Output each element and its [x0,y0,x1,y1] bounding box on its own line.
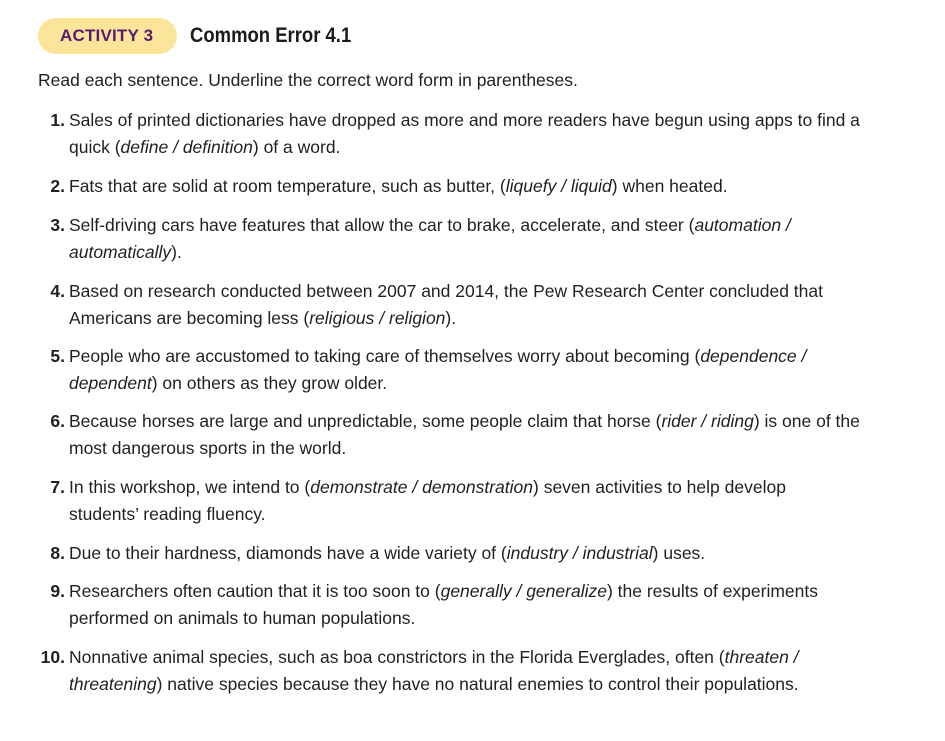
sentence-line: Self-driving cars have features that all… [69,212,919,239]
sentence-line: Americans are becoming less (religious /… [69,305,919,332]
sentence-text: Sales of printed dictionaries have dropp… [69,110,860,130]
item-number: 4. [50,281,65,301]
word-choice[interactable]: demonstrate / demonstration [310,477,533,497]
word-choice[interactable]: liquefy / liquid [506,176,612,196]
item-sentence: Self-driving cars have features that all… [69,212,919,266]
sentence-text: most dangerous sports in the world. [69,438,347,458]
sentence-line: People who are accustomed to taking care… [69,343,919,370]
sentence-text: ) native species because they have no na… [156,674,799,694]
sentence-text: ) of a word. [252,137,341,157]
sentence-text: quick ( [69,137,121,157]
item-sentence: Fats that are solid at room temperature,… [69,173,919,200]
item-sentence: People who are accustomed to taking care… [69,343,919,397]
item-sentence: Due to their hardness, diamonds have a w… [69,540,919,567]
item-sentence: Sales of printed dictionaries have dropp… [69,107,919,161]
sentence-text: Self-driving cars have features that all… [69,215,695,235]
sentence-text: ). [445,308,457,328]
item-sentence: Nonnative animal species, such as boa co… [69,644,919,698]
word-choice[interactable]: automation / [694,215,790,235]
sentence-line: Nonnative animal species, such as boa co… [69,644,919,671]
item-number: 6. [50,411,65,431]
word-choice[interactable]: automatically [69,242,171,262]
sentence-text: Nonnative animal species, such as boa co… [69,647,725,667]
sentence-text: ) seven activities to help develop [533,477,786,497]
item-number: 1. [50,110,65,130]
sentence-line: students’ reading fluency. [69,501,919,528]
word-choice[interactable]: dependence / [700,346,806,366]
word-choice[interactable]: industry / industrial [507,543,653,563]
sentence-text: ). [171,242,182,262]
sentence-line: automatically). [69,239,919,266]
activity-header: ACTIVITY 3 Common Error 4.1 [38,18,374,54]
sentence-line: dependent) on others as they grow older. [69,370,919,397]
sentence-line: In this workshop, we intend to (demonstr… [69,474,919,501]
sentence-text: performed on animals to human population… [69,608,416,628]
sentence-line: Researchers often caution that it is too… [69,578,919,605]
item-number: 10. [40,647,65,667]
item-sentence: Because horses are large and unpredictab… [69,408,919,462]
sentence-line: Based on research conducted between 2007… [69,278,919,305]
sentence-line: threatening) native species because they… [69,671,919,698]
sentence-text: ) on others as they grow older. [151,373,388,393]
sentence-text: ) is one of the [753,411,860,431]
item-number: 5. [50,346,65,366]
sentence-text: ) when heated. [611,176,728,196]
sentence-text: ) uses. [652,543,706,563]
sentence-line: most dangerous sports in the world. [69,435,919,462]
sentence-text: In this workshop, we intend to ( [69,477,311,497]
sentence-line: Sales of printed dictionaries have dropp… [69,107,919,134]
sentence-line: quick (define / definition) of a word. [69,134,919,161]
sentence-text: students’ reading fluency. [69,504,266,524]
item-number: 7. [50,477,65,497]
sentence-text: People who are accustomed to taking care… [69,346,701,366]
activity-badge: ACTIVITY 3 [38,18,178,54]
item-number: 3. [50,215,65,235]
word-choice[interactable]: generally / generalize [441,581,607,601]
word-choice[interactable]: rider / riding [661,411,753,431]
sentence-text: Based on research conducted between 2007… [69,281,823,301]
item-sentence: In this workshop, we intend to (demonstr… [69,474,919,528]
instructions-text: Read each sentence. Underline the correc… [38,70,578,90]
word-choice[interactable]: religious / religion [309,308,445,328]
sentence-text: Because horses are large and unpredictab… [69,411,662,431]
sentence-text: Researchers often caution that it is too… [69,581,441,601]
item-number: 8. [50,543,65,563]
word-choice[interactable]: threaten / [725,647,799,667]
sentence-line: Because horses are large and unpredictab… [69,408,919,435]
word-choice[interactable]: dependent [69,373,152,393]
item-number: 2. [50,176,65,196]
sentence-line: Fats that are solid at room temperature,… [69,173,919,200]
sentence-text: Fats that are solid at room temperature,… [69,176,506,196]
sentence-line: Due to their hardness, diamonds have a w… [69,540,919,567]
word-choice[interactable]: threatening [69,674,157,694]
page-title: Common Error 4.1 [190,24,352,47]
word-choice[interactable]: define / definition [121,137,253,157]
sentence-text: Americans are becoming less ( [69,308,310,328]
item-number: 9. [50,581,65,601]
sentence-text: ) the results of experiments [606,581,819,601]
sentence-text: Due to their hardness, diamonds have a w… [69,543,507,563]
item-sentence: Researchers often caution that it is too… [69,578,919,632]
sentence-line: performed on animals to human population… [69,605,919,632]
item-sentence: Based on research conducted between 2007… [69,278,919,332]
